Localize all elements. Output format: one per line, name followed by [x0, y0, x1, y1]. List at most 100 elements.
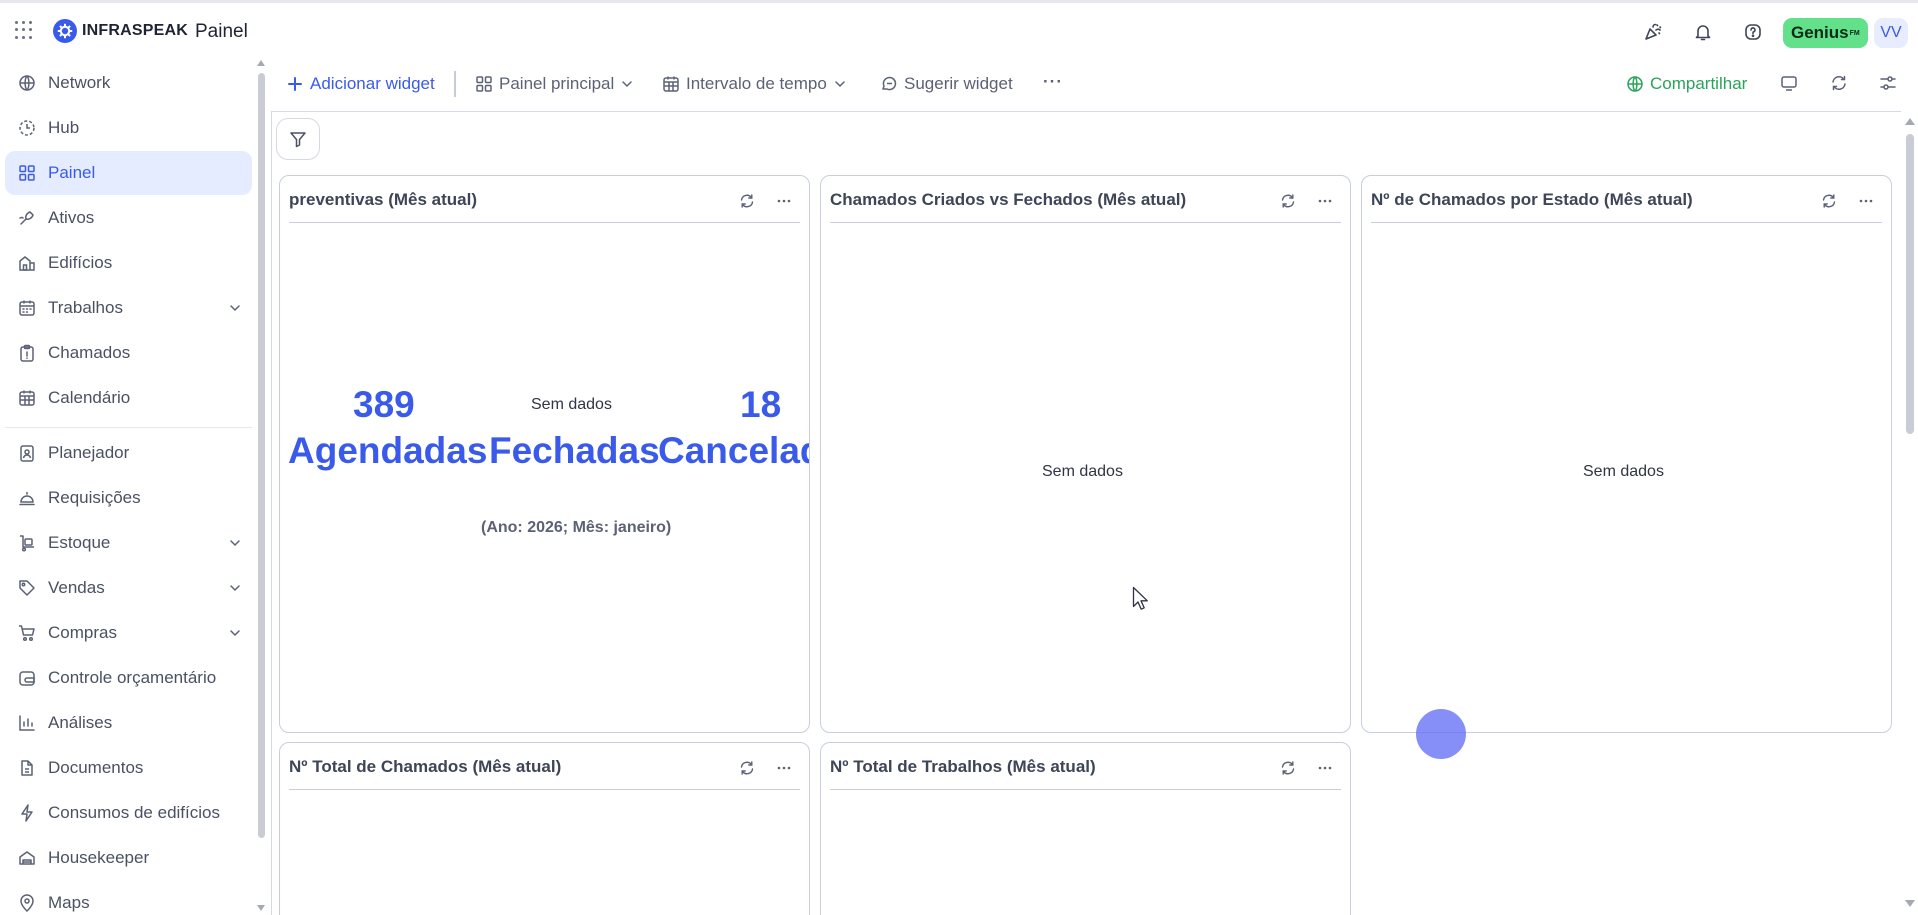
sidebar-item-compras[interactable]: Compras [5, 611, 252, 655]
sidebar-item-chamados[interactable]: Chamados [5, 331, 252, 375]
main-scroll-thumb[interactable] [1906, 134, 1914, 434]
scroll-down-arrow-icon[interactable] [1905, 900, 1915, 907]
more-horizontal-icon[interactable] [1316, 760, 1334, 776]
refresh-icon[interactable] [739, 193, 755, 209]
sidebar-item-consumos-de-edificios[interactable]: Consumos de edifícios [5, 791, 252, 835]
sidebar-item-label: Chamados [48, 343, 131, 362]
stat-cancelled-value: 18 [740, 384, 782, 425]
content-area-border [271, 111, 1901, 112]
sidebar-divider [5, 427, 252, 428]
more-horizontal-icon[interactable] [775, 193, 793, 209]
sidebar-item-ativos[interactable]: Ativos [5, 196, 252, 240]
sidebar-item-vendas[interactable]: Vendas [5, 566, 252, 610]
sidebar-item-label: Edifícios [48, 253, 113, 272]
infraspeak-logo[interactable]: INFRASPEAK [53, 19, 188, 43]
widget-title: Chamados Criados vs Fechados (Mês atual) [830, 190, 1187, 209]
dashboard-select[interactable]: Painel principal [475, 72, 634, 96]
sidebar-item-analises[interactable]: Análises [5, 701, 252, 745]
scroll-up-arrow-icon[interactable] [1905, 118, 1915, 125]
plus-icon [288, 77, 302, 91]
sidebar-item-trabalhos[interactable]: Trabalhos [5, 286, 252, 330]
widget-title: preventivas (Mês atual) [289, 190, 478, 209]
network-globe-icon [19, 75, 35, 91]
refresh-icon[interactable] [1828, 72, 1850, 94]
sidebar-item-calendario[interactable]: Calendário [5, 376, 252, 420]
sidebar-item-edificios[interactable]: Edifícios [5, 241, 252, 285]
sidebar-item-label: Controle orçamentário [48, 668, 217, 687]
more-options-button[interactable]: ··· [1043, 70, 1063, 94]
add-widget-button[interactable]: Adicionar widget [286, 72, 435, 96]
stat-scheduled-value: 389 [353, 384, 415, 425]
tv-mode-icon[interactable] [1778, 72, 1800, 94]
widget-title: Nº de Chamados por Estado (Mês atual) [1371, 190, 1693, 209]
sidebar-item-label: Compras [48, 623, 117, 642]
housekeeper-icon [19, 851, 35, 865]
scroll-up-arrow-icon[interactable] [257, 60, 265, 66]
page-title: Painel [195, 21, 248, 42]
genius-fm-button[interactable]: Genius FM [1783, 18, 1868, 48]
settings-sliders-icon[interactable] [1877, 72, 1899, 94]
genius-superscript: FM [1849, 29, 1860, 37]
apps-grid-icon[interactable] [14, 20, 34, 40]
sidebar-item-label: Análises [48, 713, 113, 732]
sidebar-item-hub[interactable]: Hub [5, 106, 252, 150]
chevron-down-icon [230, 585, 240, 592]
logo-text: INFRASPEAK [82, 22, 189, 39]
building-icon [19, 256, 35, 271]
mouse-cursor-icon [1132, 586, 1148, 610]
stock-icon [20, 535, 34, 552]
calendar-icon [19, 390, 35, 406]
filter-button[interactable] [276, 118, 320, 160]
map-pin-icon [20, 894, 34, 912]
sidebar-item-label: Calendário [48, 388, 131, 407]
refresh-icon[interactable] [1280, 193, 1296, 209]
widget-chamados-por-estado: Nº de Chamados por Estado (Mês atual) Se… [1361, 175, 1892, 733]
sidebar-item-maps[interactable]: Maps [5, 881, 252, 915]
scroll-down-arrow-icon[interactable] [257, 905, 265, 911]
sidebar-scroll-thumb[interactable] [258, 73, 265, 838]
sidebar-item-estoque[interactable]: Estoque [5, 521, 252, 565]
sidebar-item-housekeeper[interactable]: Housekeeper [5, 836, 252, 880]
party-popper-icon[interactable] [1642, 21, 1664, 43]
sidebar-item-requisicoes[interactable]: Requisições [5, 476, 252, 520]
stat-scheduled-label: Agendadas [288, 430, 488, 471]
widget-preventivas: preventivas (Mês atual) 389 Sem dados 18… [279, 175, 810, 733]
widget-title-divider [289, 789, 800, 790]
refresh-icon[interactable] [1821, 193, 1837, 209]
dashboard-grid-icon [476, 76, 492, 92]
chevron-down-icon [230, 630, 240, 637]
cart-icon [19, 625, 35, 642]
calendar-icon [663, 76, 679, 92]
sidebar-item-painel[interactable]: Painel [5, 151, 252, 195]
sidebar-item-controle-orcamentario[interactable]: Controle orçamentário [5, 656, 252, 700]
click-indicator [1416, 709, 1466, 759]
share-button[interactable]: Compartilhar [1626, 72, 1747, 96]
more-horizontal-icon[interactable] [1857, 193, 1875, 209]
suggest-widget-label: Sugerir widget [904, 74, 1013, 93]
share-label: Compartilhar [1650, 74, 1748, 93]
clipboard-icon [20, 344, 34, 362]
refresh-icon[interactable] [739, 760, 755, 776]
sidebar-item-label: Estoque [48, 533, 111, 552]
more-horizontal-icon[interactable] [1316, 193, 1334, 209]
stat-closed-no-data: Sem dados [531, 396, 612, 413]
more-horizontal-icon[interactable] [775, 760, 793, 776]
lightning-icon [21, 804, 33, 822]
widget-title-divider [830, 789, 1341, 790]
widget-title: Nº Total de Chamados (Mês atual) [289, 757, 562, 776]
user-avatar[interactable]: VV [1874, 18, 1908, 48]
no-data-text: Sem dados [1583, 463, 1664, 480]
help-icon[interactable] [1742, 21, 1764, 43]
sidebar-item-planejador[interactable]: Planejador [5, 431, 252, 475]
refresh-icon[interactable] [1280, 760, 1296, 776]
sidebar-item-documentos[interactable]: Documentos [5, 746, 252, 790]
time-interval-select[interactable]: Intervalo de tempo [662, 72, 847, 96]
content-area-border-left [271, 111, 272, 915]
sidebar-item-label: Hub [48, 118, 80, 137]
bell-icon[interactable] [1692, 21, 1714, 43]
sidebar-item-network[interactable]: Network [5, 61, 252, 105]
suggest-widget-button[interactable]: Sugerir widget [880, 72, 1013, 96]
chevron-down-icon [230, 540, 240, 547]
suggest-chat-icon [882, 76, 897, 91]
tag-icon [19, 580, 35, 596]
